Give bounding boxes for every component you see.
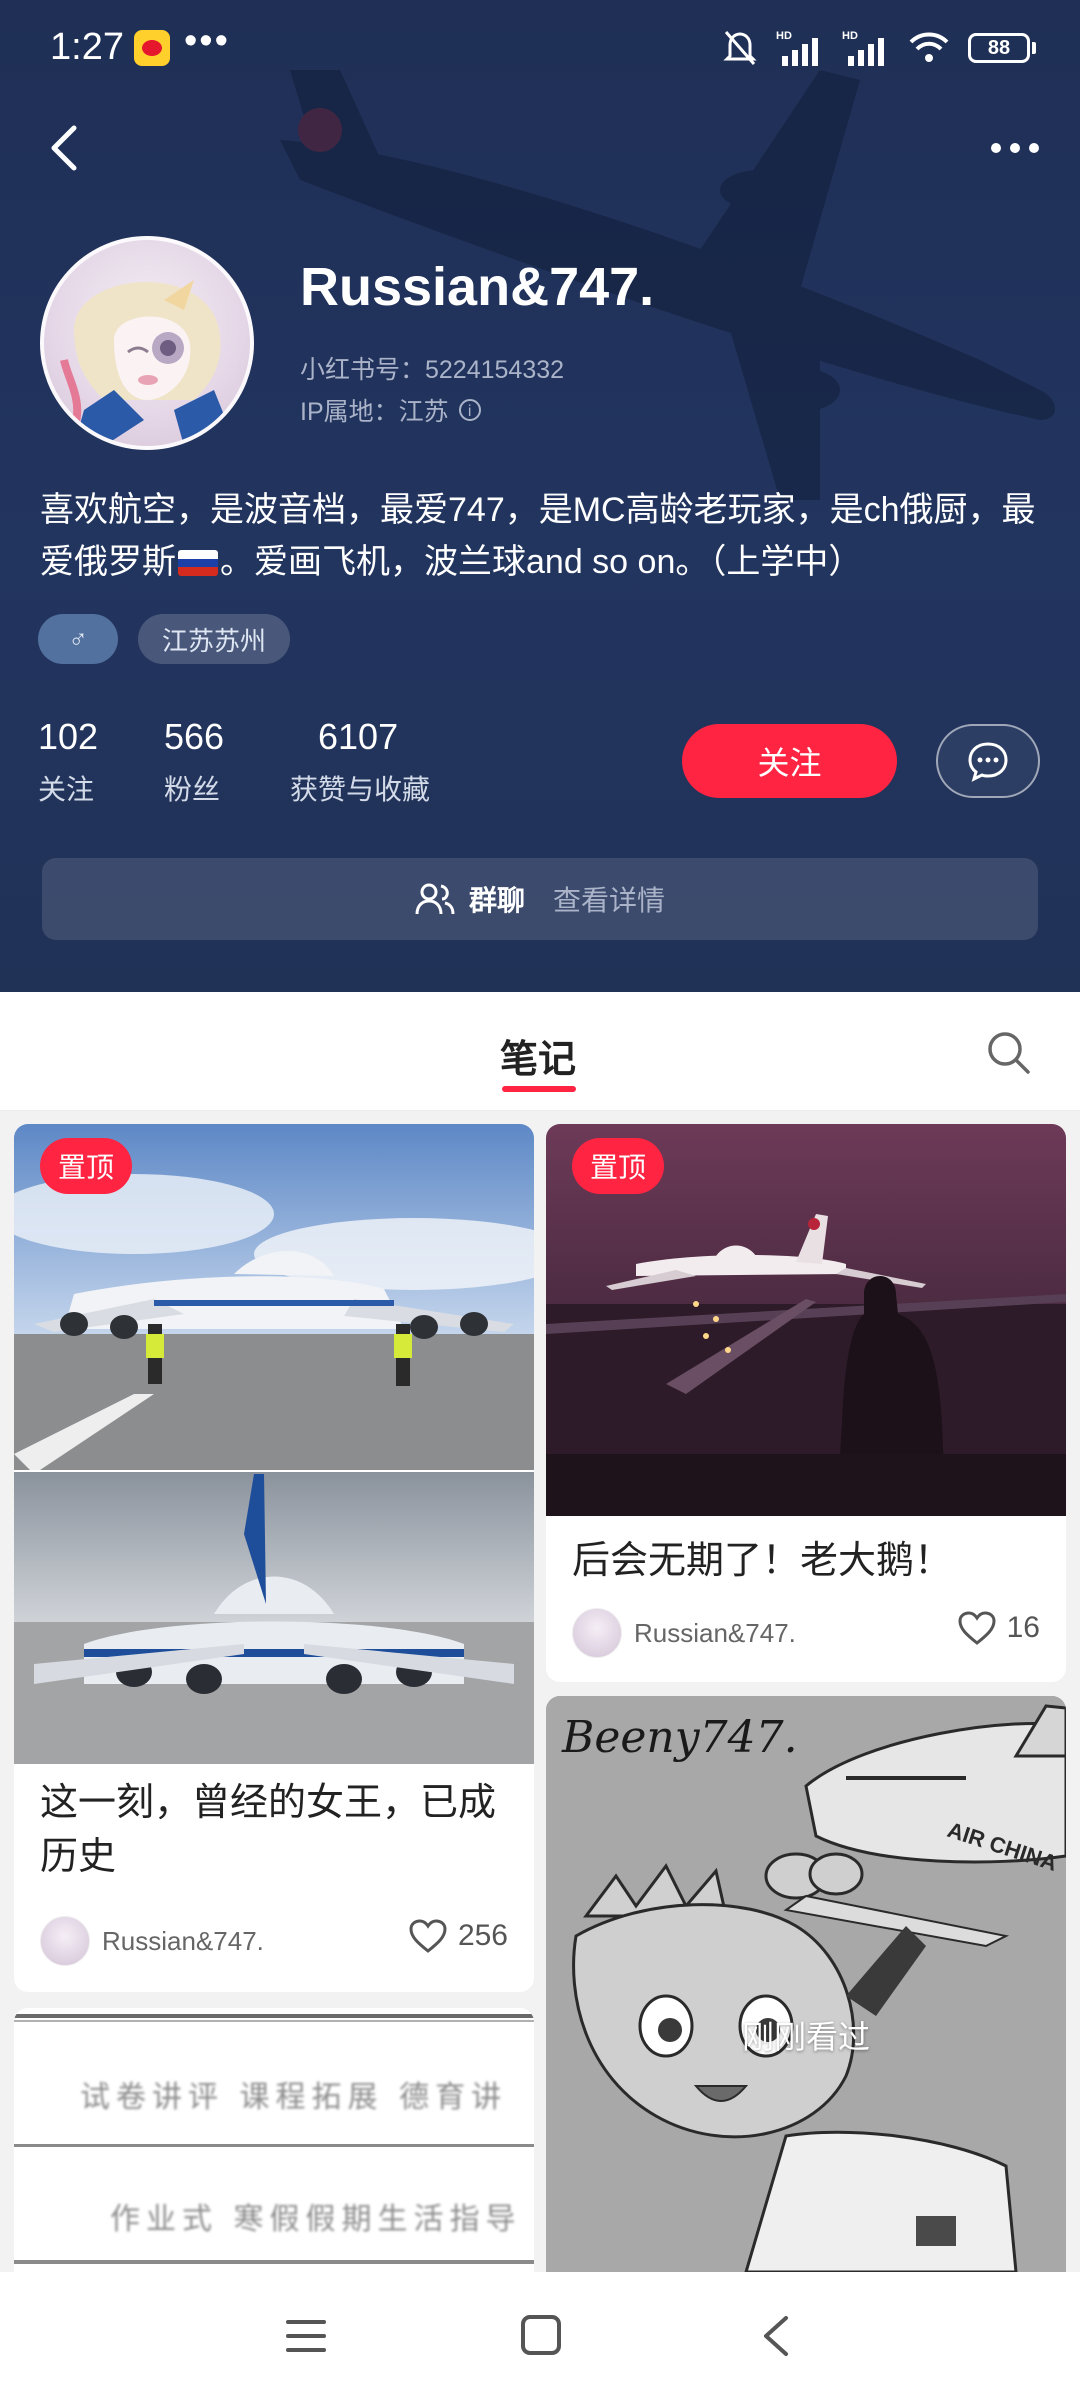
pinned-badge: 置顶 [572,1138,665,1194]
likes-label: 获赞与收藏 [290,774,431,805]
profile-bio: 喜欢航空，是波音档，最爱747，是MC高龄老玩家，是ch俄厨，最爱俄罗斯 。爱画飞… [40,484,1050,588]
bio-text-2: 。爱画飞机，波兰球and so on。（上学中） [220,543,863,581]
gender-tag: ♂ [38,614,118,664]
note-card-1[interactable]: 置顶 这一刻，曾经的女王，已成历史 Russian&747. 256 [14,1124,534,1992]
svg-text:HD: HD [776,30,792,42]
content-tabs: 笔记 [0,992,1080,1111]
followers-label: 粉丝 [164,774,221,805]
more-options-icon[interactable] [980,120,1050,176]
note-author[interactable]: Russian&747. [40,1916,264,1966]
document-image-text: 试卷讲评 课程拓展 德育讲 [80,2080,508,2115]
profile-header: 1:27 ••• HD HD 88 Russian&747. 小红书号：5224… [0,0,1080,992]
following-stat[interactable]: 102 关注 [38,716,98,808]
profile-avatar[interactable] [40,236,254,450]
note-card-4[interactable]: AIR CHINA Beeny747. 刚刚看过 [546,1696,1066,2272]
like-button[interactable]: 256 [408,1918,508,1954]
svg-text:HD: HD [842,30,858,42]
pinned-badge: 置顶 [40,1138,133,1194]
profile-username: Russian&747. [300,257,655,317]
document-image-text: 作业式 寒假假期生活指导 [110,2202,522,2237]
artist-signature: Beeny747. [562,1712,798,1763]
like-count: 16 [1006,1611,1040,1644]
note-card-2[interactable]: 置顶 后会无期了！老大鹅！ Russian&747. 16 [546,1124,1066,1682]
followers-stat[interactable]: 566 粉丝 [164,716,224,808]
status-bar: 1:27 ••• HD HD 88 [0,0,1080,100]
follow-button[interactable]: 关注 [682,724,897,798]
note-title: 后会无期了！老大鹅！ [572,1540,953,1582]
note-4-cover-image: AIR CHINA [546,1696,1066,2272]
message-button[interactable] [936,724,1040,798]
group-chat-label: 群聊 [468,885,525,916]
recent-apps-menu-icon[interactable] [284,2308,328,2364]
likes-count: 6107 [318,716,399,757]
weibo-notification-icon [134,30,170,66]
document-rule-line [14,2014,534,2018]
status-icons: HD HD 88 [722,26,1036,70]
note-1-cover-image [14,1124,534,1764]
status-more-notifications: ••• [184,20,230,62]
mute-bell-icon [723,31,757,65]
red-id: 小红书号：5224154332 [300,356,565,384]
battery-level: 88 [987,36,1011,59]
battery-icon: 88 [968,33,1036,63]
wifi-icon [909,32,949,62]
author-avatar [572,1608,622,1658]
chat-bubble-icon [968,742,1008,782]
followers-count: 566 [164,716,225,757]
author-avatar [40,1916,90,1966]
avatar-illustration [60,280,234,446]
document-rule-line [14,2144,534,2147]
note-card-3[interactable]: 试卷讲评 课程拓展 德育讲 作业式 寒假假期生活指导 [14,2008,534,2272]
signal-hd-icon-2: HD [842,30,884,66]
male-icon: ♂ [68,623,88,654]
note-author[interactable]: Russian&747. [572,1608,796,1658]
author-name: Russian&747. [102,1925,264,1956]
document-rule-line [14,2260,534,2264]
group-users-icon [415,883,455,915]
back-chevron-icon[interactable] [36,112,96,182]
group-chat-bar[interactable]: 群聊 查看详情 [42,858,1038,940]
group-chat-detail: 查看详情 [553,885,666,916]
home-square-icon[interactable] [518,2312,564,2358]
heart-icon [409,1919,447,1953]
tab-notes[interactable]: 笔记 [500,1028,576,1083]
location-tag: 江苏苏州 [138,614,290,664]
search-icon[interactable] [984,1028,1034,1078]
following-label: 关注 [38,774,95,805]
ip-location: IP属地：江苏 i [300,392,481,428]
status-time: 1:27 [50,26,124,68]
author-name: Russian&747. [634,1617,796,1648]
system-navigation-bar [0,2272,1080,2400]
ip-location-text: IP属地：江苏 [300,398,449,426]
document-rule-line [14,2020,534,2022]
signal-hd-icon-1: HD [776,30,818,66]
heart-icon [958,1611,996,1645]
system-back-icon[interactable] [756,2308,796,2364]
like-count: 256 [457,1919,508,1952]
like-button[interactable]: 16 [957,1610,1040,1646]
likes-stat[interactable]: 6107 获赞与收藏 [290,716,430,808]
just-viewed-overlay: 刚刚看过 [741,2019,870,2055]
tab-active-indicator [502,1086,576,1092]
following-count: 102 [38,716,99,757]
info-icon[interactable]: i [458,399,481,421]
note-title: 这一刻，曾经的女王，已成历史 [40,1782,497,1878]
russia-flag-emoji [178,550,218,576]
